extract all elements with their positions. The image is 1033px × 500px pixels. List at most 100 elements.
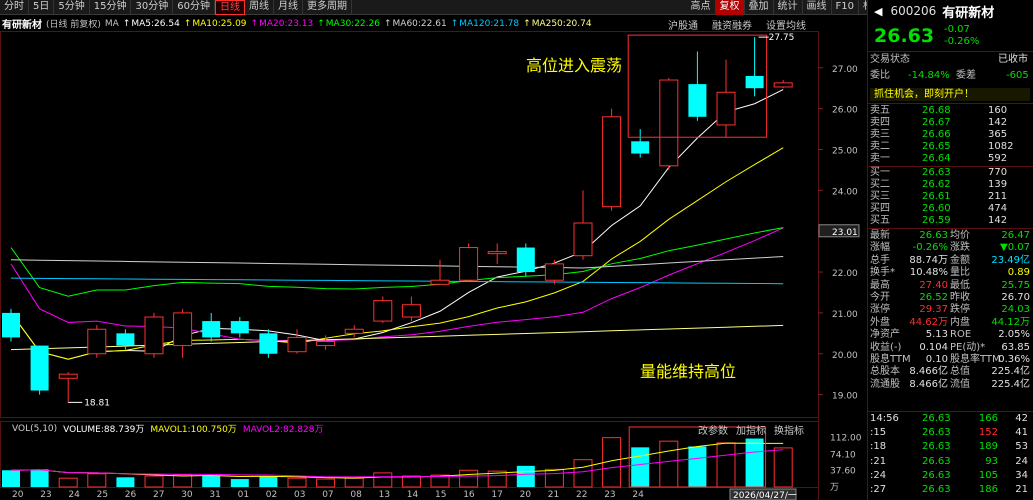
volume-bar [659, 440, 679, 488]
stat-value: 225.4亿 [991, 366, 1030, 378]
toolbar-tool[interactable]: F10 [832, 0, 859, 15]
volume-bar [745, 438, 764, 487]
indicator-link[interactable]: 加指标 [736, 422, 766, 437]
toolbar-tool[interactable]: 统计 [774, 0, 803, 15]
ask-label: 卖五 [870, 105, 890, 116]
indicator-link[interactable]: 换指标 [774, 422, 804, 437]
ma-text: MA5:26.54 [131, 18, 180, 29]
tick-volume: 105 [978, 469, 998, 481]
bid-row: 买五 26.59 142 [868, 215, 1033, 227]
stat-value: 44.12万 [991, 316, 1030, 328]
stat-label: 内盘 [950, 316, 970, 328]
period-tab[interactable]: 60分钟 [173, 0, 215, 15]
volume-bar [631, 447, 650, 487]
volume-bar [287, 477, 307, 488]
stat-row: 涨停 29.37 跌停 24.03 [868, 304, 1033, 316]
date-tick-label: 30 [181, 490, 193, 500]
stat-label: 金额 [950, 254, 970, 266]
volume-bar [773, 447, 793, 488]
stat-label: 涨停 [870, 304, 890, 316]
status-label: 交易状态 [870, 54, 910, 65]
toolbar-tool[interactable]: 复权 [715, 0, 745, 15]
stat-value: 8.466亿 [909, 366, 948, 378]
date-tick-label: 14 [407, 490, 419, 500]
price-change-pct: -0.26% [944, 36, 980, 47]
ask-label: 卖一 [870, 153, 890, 164]
stat-label: 股息TTM [870, 354, 911, 365]
candle-body [287, 336, 307, 353]
ma-value: ↑MA20:23.13 [251, 19, 314, 29]
tick-count: 41 [1015, 427, 1028, 439]
open-account-banner[interactable]: 抓住机会，即刻开户！ [870, 88, 1030, 101]
candle-body [516, 247, 535, 273]
toolbar-tool[interactable]: 高点 [687, 0, 716, 15]
tick-row: :21 26.63 93 24 [868, 456, 1033, 468]
bid-row: 买三 26.61 211 [868, 191, 1033, 203]
stat-label: 最高 [870, 279, 890, 291]
stat-value: 0.36% [998, 354, 1030, 365]
arrow-up-icon: ↑ [250, 18, 259, 29]
bid-volume: 474 [988, 203, 1008, 214]
stat-value: 27.40 [919, 279, 948, 291]
period-tab[interactable]: 日线 [214, 0, 245, 15]
date-tick-label: 08 [350, 490, 362, 500]
price-tick-label: 26.00 [832, 106, 858, 116]
volume-bar [116, 477, 135, 487]
ma60-line [10, 256, 784, 269]
arrow-up-icon: ↑ [450, 18, 459, 29]
stat-value: 88.74万 [909, 254, 948, 266]
box-annotation: 高位进入震荡 [526, 56, 623, 75]
ma-value: ↑MA120:21.78 [451, 19, 519, 29]
period-tab[interactable]: 分时 [0, 0, 29, 15]
date-tick-label: 20 [12, 490, 24, 500]
price-tick-label: 20.00 [832, 351, 858, 361]
tick-price: 26.63 [922, 441, 951, 453]
chart-link[interactable]: 沪股通 [668, 17, 698, 32]
back-icon[interactable]: ◀ [874, 5, 882, 18]
toolbar-tool[interactable]: 叠加 [745, 0, 774, 15]
ask-volume: 1082 [988, 141, 1014, 152]
period-tab[interactable]: 月线 [274, 0, 303, 15]
chart-mode[interactable]: (日线 前复权) [46, 17, 101, 30]
bid-price: 26.60 [922, 203, 951, 214]
chart-link[interactable]: 设置均线 [766, 17, 806, 32]
date-tick-label: 23 [40, 490, 51, 500]
bid-row: 买二 26.62 139 [868, 179, 1033, 191]
tick-volume: 152 [978, 427, 998, 439]
candle-body [602, 116, 622, 208]
period-tab[interactable]: 5日 [29, 0, 55, 15]
ma-label: MA [104, 18, 119, 29]
stat-label: 总股本 [870, 366, 900, 378]
arrow-up-icon: ↑ [523, 18, 531, 29]
period-tab[interactable]: 15分钟 [90, 0, 132, 15]
arrow-up-icon: ↑ [183, 18, 192, 29]
chart-link[interactable]: 融资融券 [712, 17, 752, 32]
period-tab[interactable]: 周线 [245, 0, 274, 15]
stat-value: ▼0.07 [1000, 242, 1030, 254]
candle-body [573, 222, 593, 257]
tick-volume: 93 [985, 455, 998, 467]
bid-volume: 142 [988, 215, 1008, 226]
tick-price: 26.63 [922, 469, 951, 481]
stat-label: 流值 [950, 378, 970, 390]
bid-label: 买三 [870, 191, 890, 202]
date-tick-label: 20 [520, 490, 532, 500]
stat-value: 0.104 [919, 341, 948, 353]
stat-value: 44.62万 [909, 316, 948, 328]
stat-label: 股息率TTM [950, 354, 1001, 365]
stat-label: 均价 [950, 230, 970, 241]
volume-bar [401, 475, 421, 488]
period-tab[interactable]: 5分钟 [54, 0, 90, 15]
stat-label: 最新 [870, 230, 890, 241]
period-tab[interactable]: 30分钟 [131, 0, 174, 15]
period-tab[interactable]: 更多周期 [303, 0, 352, 15]
stat-value: 8.466亿 [909, 378, 948, 390]
quote-panel: ◀ 600206 有研新材 26.63 -0.07 -0.26% 交易状态 已收市… [867, 0, 1033, 500]
toolbar-tool[interactable]: 画线 [803, 0, 832, 15]
indicator-link[interactable]: 改参数 [698, 422, 728, 437]
bid-price: 26.63 [922, 167, 951, 178]
ask-label: 卖三 [870, 129, 890, 140]
volume-bar [230, 479, 249, 487]
weibi-row: 委比 -14.84% 委差 -605 [868, 70, 1033, 82]
tick-volume: 166 [978, 413, 998, 424]
